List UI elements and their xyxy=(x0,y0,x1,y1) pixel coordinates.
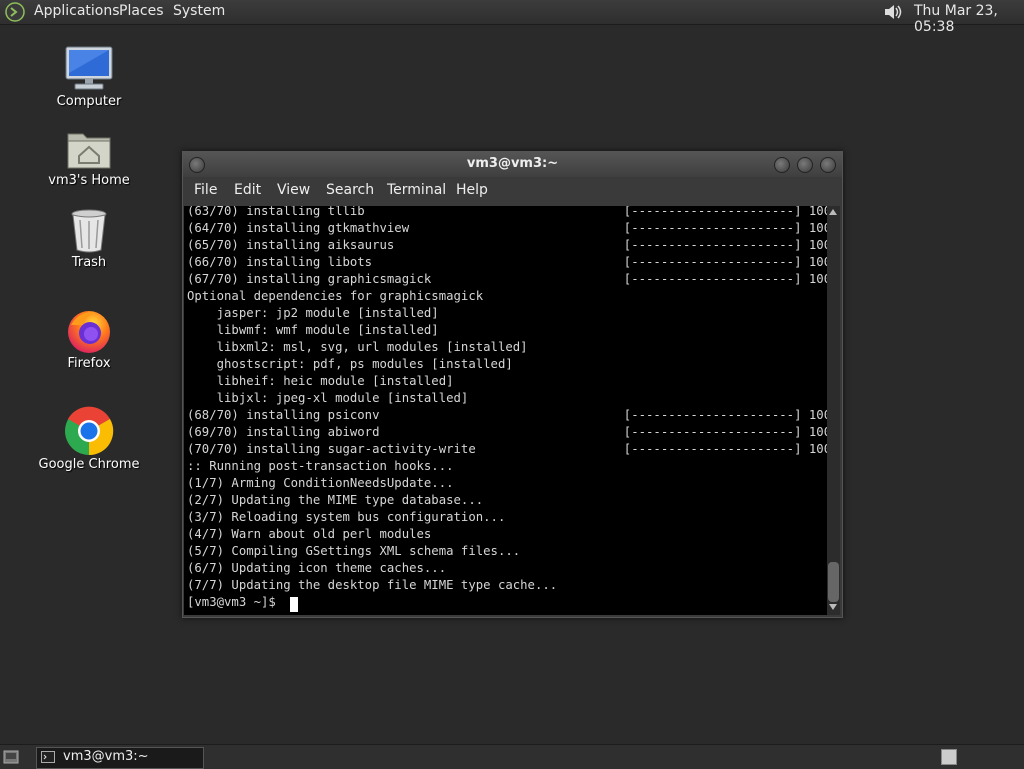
desktop-icon-computer[interactable]: Computer xyxy=(34,45,144,109)
terminal-line: (70/70) installing sugar-activity-write … xyxy=(187,442,827,456)
terminal-line: (63/70) installing tllib [--------------… xyxy=(187,206,827,218)
terminal-line: ghostscript: pdf, ps modules [installed] xyxy=(187,357,513,371)
terminal-line: libjxl: jpeg-xl module [installed] xyxy=(187,391,469,405)
top-panel: Applications Places System Thu Mar 23, 0… xyxy=(0,0,1024,35)
terminal-window[interactable]: vm3@vm3:~ File Edit View Search Terminal… xyxy=(182,151,843,618)
window-titlebar[interactable]: vm3@vm3:~ xyxy=(183,152,842,177)
desktop-icon-label: Computer xyxy=(56,94,122,109)
computer-icon xyxy=(65,46,113,90)
clock[interactable]: Thu Mar 23, 05:38 xyxy=(914,3,1024,35)
trash-icon xyxy=(71,209,107,253)
terminal-scrollbar[interactable] xyxy=(827,206,840,615)
minimize-button[interactable] xyxy=(774,157,790,173)
maximize-button[interactable] xyxy=(797,157,813,173)
terminal-line: (67/70) installing graphicsmagick [-----… xyxy=(187,272,827,286)
menu-help[interactable]: Help xyxy=(456,182,488,198)
taskbar-item-terminal[interactable]: vm3@vm3:~ xyxy=(36,747,204,769)
menu-edit[interactable]: Edit xyxy=(234,182,261,198)
chrome-icon xyxy=(65,406,114,456)
terminal-line: jasper: jp2 module [installed] xyxy=(187,306,439,320)
terminal-line: (1/7) Arming ConditionNeedsUpdate... xyxy=(187,476,454,490)
scroll-down-icon[interactable] xyxy=(829,604,837,610)
window-title: vm3@vm3:~ xyxy=(466,156,559,171)
terminal-line: (2/7) Updating the MIME type database... xyxy=(187,493,484,507)
terminal-line: (4/7) Warn about old perl modules xyxy=(187,527,432,541)
menu-terminal[interactable]: Terminal xyxy=(387,182,446,198)
firefox-icon xyxy=(68,311,110,353)
terminal-line: libwmf: wmf module [installed] xyxy=(187,323,439,337)
scrollbar-thumb[interactable] xyxy=(828,562,839,602)
home-folder-icon xyxy=(67,133,111,169)
menu-file[interactable]: File xyxy=(194,182,217,198)
distro-logo-icon[interactable] xyxy=(5,2,25,22)
desktop-icon-trash[interactable]: Trash xyxy=(34,208,144,270)
desktop-icon-label: Firefox xyxy=(67,356,111,371)
system-menu[interactable]: System xyxy=(173,3,225,19)
bottom-panel: vm3@vm3:~ xyxy=(0,744,1024,769)
taskbar-item-label: vm3@vm3:~ xyxy=(63,749,149,764)
terminal-line: (6/7) Updating icon theme caches... xyxy=(187,561,447,575)
terminal-line: (69/70) installing abiword [------------… xyxy=(187,425,827,439)
terminal-line: (3/7) Reloading system bus configuration… xyxy=(187,510,506,524)
desktop-icon-chrome[interactable]: Google Chrome xyxy=(34,406,144,472)
terminal-menubar: File Edit View Search Terminal Help xyxy=(183,177,842,206)
terminal-line: (64/70) installing gtkmathview [--------… xyxy=(187,221,827,235)
workspace-switcher[interactable] xyxy=(941,749,957,765)
desktop-icon-label: vm3's Home xyxy=(48,173,130,188)
desktop-icon-firefox[interactable]: Firefox xyxy=(34,307,144,371)
places-menu[interactable]: Places xyxy=(119,3,164,19)
terminal-line: libheif: heic module [installed] xyxy=(187,374,454,388)
terminal-output[interactable]: (63/70) installing tllib [--------------… xyxy=(184,206,827,615)
menu-view[interactable]: View xyxy=(277,182,310,198)
terminal-line: libxml2: msl, svg, url modules [installe… xyxy=(187,340,528,354)
text-cursor xyxy=(290,597,298,612)
terminal-line: :: Running post-transaction hooks... xyxy=(187,459,454,473)
applications-menu[interactable]: Applications xyxy=(34,3,120,19)
terminal-prompt: [vm3@vm3 ~]$ xyxy=(187,595,284,609)
menu-search[interactable]: Search xyxy=(326,182,374,198)
scroll-up-icon[interactable] xyxy=(829,209,837,215)
terminal-line: (68/70) installing psiconv [------------… xyxy=(187,408,827,422)
close-button[interactable] xyxy=(820,157,836,173)
terminal-line: (65/70) installing aiksaurus [----------… xyxy=(187,238,827,252)
terminal-line: (66/70) installing libots [-------------… xyxy=(187,255,827,269)
terminal-icon xyxy=(41,751,55,763)
terminal-line: (5/7) Compiling GSettings XML schema fil… xyxy=(187,544,521,558)
desktop-icon-label: Trash xyxy=(71,255,107,270)
terminal-line: Optional dependencies for graphicsmagick xyxy=(187,289,484,303)
desktop-icon-home[interactable]: vm3's Home xyxy=(34,128,144,188)
show-desktop-icon[interactable] xyxy=(3,749,19,765)
speaker-icon[interactable] xyxy=(882,2,904,22)
desktop-icon-label: Google Chrome xyxy=(38,457,140,472)
terminal-line: (7/7) Updating the desktop file MIME typ… xyxy=(187,578,558,592)
